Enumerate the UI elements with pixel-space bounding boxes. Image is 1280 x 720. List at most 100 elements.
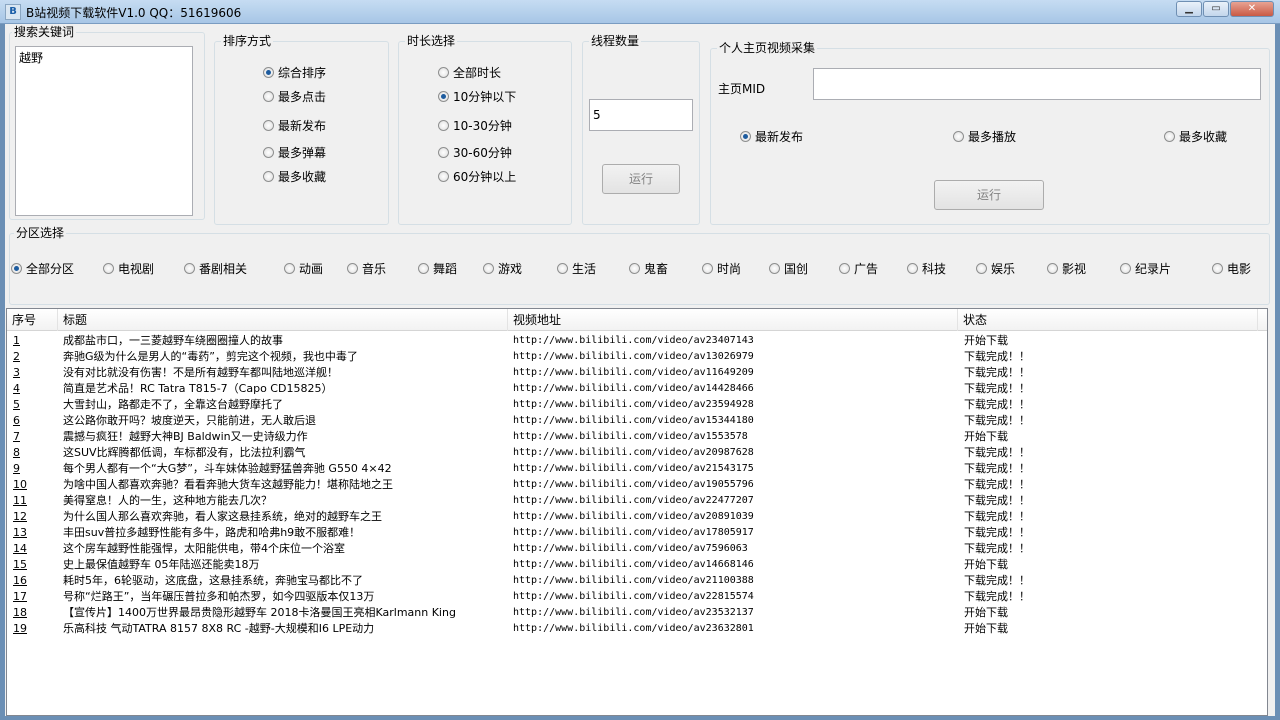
thread-count-input[interactable] <box>589 99 693 131</box>
table-row[interactable]: 11 美得窒息！人的一生，这种地方能去几次？ http://www.bilibili… <box>7 493 1267 509</box>
radio-button-icon[interactable] <box>1047 263 1058 274</box>
radio-button-icon[interactable] <box>769 263 780 274</box>
table-row[interactable]: 18 【宣传片】1400万世界最昂贵隐形越野车 2018卡洛曼国王亮相Karlma… <box>7 605 1267 621</box>
profile-sort-option[interactable]: 最多收藏 <box>1164 128 1227 145</box>
table-row[interactable]: 8 这SUV比辉腾都低调，车标都没有，比法拉利霸气 http://www.bilib… <box>7 445 1267 461</box>
sort-option[interactable]: 最多弹幕 <box>263 144 326 161</box>
table-row[interactable]: 1 成都盐市口，一三菱越野车绕圈圈撞人的故事 http://www.bilibili… <box>7 333 1267 349</box>
close-button[interactable]: ✕ <box>1230 1 1274 17</box>
radio-button-icon[interactable] <box>629 263 640 274</box>
category-option[interactable]: 国创 <box>769 260 808 277</box>
category-option[interactable]: 纪录片 <box>1120 260 1171 277</box>
sort-option[interactable]: 最多收藏 <box>263 168 326 185</box>
table-row[interactable]: 6 这公路你敢开吗？坡度逆天，只能前进，无人敢后退 http://www.bilib… <box>7 413 1267 429</box>
run-search-button[interactable]: 运行 <box>602 164 680 194</box>
radio-button-icon[interactable] <box>347 263 358 274</box>
radio-button-icon[interactable] <box>103 263 114 274</box>
radio-button-icon[interactable] <box>438 171 449 182</box>
mid-label: 主页MID <box>718 82 766 96</box>
table-row[interactable]: 9 每个男人都有一个“大G梦”，斗车妹体验越野猛兽奔驰 G550 4×42 http… <box>7 461 1267 477</box>
row-status: 开始下载 <box>964 334 1008 347</box>
table-row[interactable]: 14 这个房车越野性能强悍，太阳能供电，带4个床位一个浴室 http://www.b… <box>7 541 1267 557</box>
category-option[interactable]: 影视 <box>1047 260 1086 277</box>
radio-button-icon[interactable] <box>284 263 295 274</box>
radio-button-icon[interactable] <box>1120 263 1131 274</box>
category-option[interactable]: 时尚 <box>702 260 741 277</box>
radio-button-icon[interactable] <box>263 67 274 78</box>
radio-button-icon[interactable] <box>839 263 850 274</box>
category-option[interactable]: 科技 <box>907 260 946 277</box>
table-row[interactable]: 19 乐高科技 气动TATRA 8157 8X8 RC -越野-大规模和I6 LP… <box>7 621 1267 637</box>
radio-button-icon[interactable] <box>907 263 918 274</box>
radio-button-icon[interactable] <box>438 67 449 78</box>
profile-sort-option[interactable]: 最新发布 <box>740 128 803 145</box>
table-row[interactable]: 4 简直是艺术品！RC Tatra T815-7（Capo CD15825） htt… <box>7 381 1267 397</box>
radio-button-icon[interactable] <box>438 91 449 102</box>
radio-button-icon[interactable] <box>438 120 449 131</box>
table-row[interactable]: 10 为啥中国人都喜欢奔驰？看看奔驰大货车这越野能力！堪称陆地之王 http://w… <box>7 477 1267 493</box>
radio-button-icon[interactable] <box>263 120 274 131</box>
column-header-number[interactable]: 序号 <box>7 309 58 331</box>
radio-button-icon[interactable] <box>11 263 22 274</box>
column-header-title[interactable]: 标题 <box>58 309 508 331</box>
column-header-status[interactable]: 状态 <box>958 309 1258 331</box>
category-option[interactable]: 生活 <box>557 260 596 277</box>
radio-button-icon[interactable] <box>263 91 274 102</box>
radio-button-icon[interactable] <box>263 171 274 182</box>
radio-button-icon[interactable] <box>953 131 964 142</box>
category-option[interactable]: 动画 <box>284 260 323 277</box>
duration-option[interactable]: 30-60分钟 <box>438 144 512 161</box>
maximize-button[interactable]: ▭ <box>1203 1 1229 17</box>
radio-button-icon[interactable] <box>184 263 195 274</box>
minimize-button[interactable]: ▁ <box>1176 1 1202 17</box>
category-option[interactable]: 游戏 <box>483 260 522 277</box>
radio-button-icon[interactable] <box>418 263 429 274</box>
radio-button-icon[interactable] <box>1164 131 1175 142</box>
video-list[interactable]: 序号 标题 视频地址 状态 1 成都盐市口，一三菱越野车绕圈圈撞人的故事 http:… <box>6 308 1268 716</box>
row-status: 下载完成！！ <box>964 446 1030 459</box>
radio-button-icon[interactable] <box>702 263 713 274</box>
table-row[interactable]: 3 没有对比就没有伤害！不是所有越野车都叫陆地巡洋舰！ http://www.bil… <box>7 365 1267 381</box>
radio-button-icon[interactable] <box>1212 263 1223 274</box>
mid-input[interactable] <box>813 68 1261 100</box>
category-option[interactable]: 音乐 <box>347 260 386 277</box>
profile-sort-option[interactable]: 最多播放 <box>953 128 1016 145</box>
table-row[interactable]: 7 震撼与疯狂！越野大神BJ Baldwin又一史诗级力作 http://www.b… <box>7 429 1267 445</box>
category-option[interactable]: 娱乐 <box>976 260 1015 277</box>
radio-button-icon[interactable] <box>740 131 751 142</box>
table-row[interactable]: 12 为什么国人那么喜欢奔驰，看人家这悬挂系统，绝对的越野车之王 http://ww… <box>7 509 1267 525</box>
category-option[interactable]: 全部分区 <box>11 260 74 277</box>
row-title: 这个房车越野性能强悍，太阳能供电，带4个床位一个浴室 <box>63 542 345 555</box>
table-row[interactable]: 17 号称“烂路王”，当年碾压普拉多和帕杰罗，如今四驱版本仅13万 http://w… <box>7 589 1267 605</box>
table-row[interactable]: 13 丰田suv普拉多越野性能有多牛，路虎和哈弗h9敢不服都难！ http://ww… <box>7 525 1267 541</box>
row-number: 5 <box>13 398 20 411</box>
duration-option-label: 10-30分钟 <box>453 119 512 133</box>
run-profile-button[interactable]: 运行 <box>934 180 1044 210</box>
duration-option[interactable]: 全部时长 <box>438 64 501 81</box>
table-row[interactable]: 15 史上最保值越野车 05年陆巡还能卖18万 http://www.bilibil… <box>7 557 1267 573</box>
row-status: 开始下载 <box>964 558 1008 571</box>
search-keyword-input[interactable]: 越野 <box>15 46 193 216</box>
radio-button-icon[interactable] <box>483 263 494 274</box>
radio-button-icon[interactable] <box>557 263 568 274</box>
category-option[interactable]: 电视剧 <box>103 260 154 277</box>
table-row[interactable]: 2 奔驰G级为什么是男人的“毒药”，剪完这个视频，我也中毒了 http://www.… <box>7 349 1267 365</box>
duration-option[interactable]: 10-30分钟 <box>438 117 512 134</box>
sort-option[interactable]: 综合排序 <box>263 64 326 81</box>
category-option[interactable]: 番剧相关 <box>184 260 247 277</box>
sort-option[interactable]: 最多点击 <box>263 88 326 105</box>
row-status: 下载完成！！ <box>964 494 1030 507</box>
table-row[interactable]: 5 大雪封山，路都走不了，全靠这台越野摩托了 http://www.bilibili… <box>7 397 1267 413</box>
table-row[interactable]: 16 耗时5年，6轮驱动，这底盘，这悬挂系统，奔驰宝马都比不了 http://www… <box>7 573 1267 589</box>
radio-button-icon[interactable] <box>438 147 449 158</box>
category-option[interactable]: 鬼畜 <box>629 260 668 277</box>
duration-option[interactable]: 60分钟以上 <box>438 168 516 185</box>
category-option[interactable]: 电影 <box>1212 260 1251 277</box>
category-option[interactable]: 广告 <box>839 260 878 277</box>
column-header-url[interactable]: 视频地址 <box>508 309 958 331</box>
category-option[interactable]: 舞蹈 <box>418 260 457 277</box>
radio-button-icon[interactable] <box>976 263 987 274</box>
sort-option[interactable]: 最新发布 <box>263 117 326 134</box>
duration-option[interactable]: 10分钟以下 <box>438 88 516 105</box>
radio-button-icon[interactable] <box>263 147 274 158</box>
